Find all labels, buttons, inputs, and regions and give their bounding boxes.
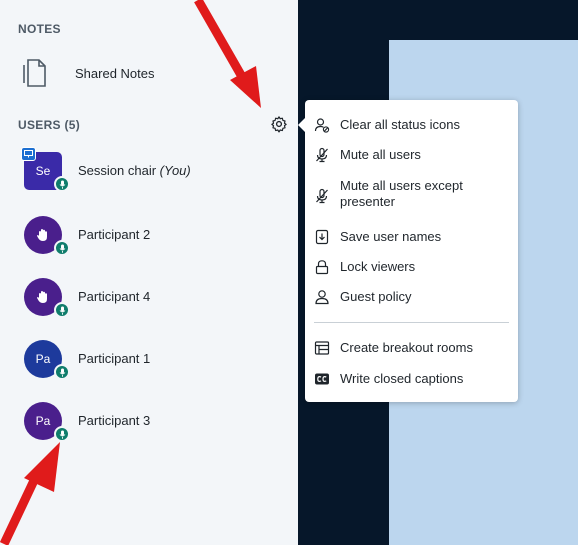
user-name: Participant 3 bbox=[78, 413, 151, 428]
user-name: Participant 1 bbox=[78, 351, 151, 366]
avatar-initials: Pa bbox=[35, 352, 51, 366]
download-icon bbox=[315, 229, 329, 245]
user-icon bbox=[315, 290, 329, 305]
gear-icon[interactable] bbox=[270, 115, 288, 133]
annotation-arrow-mic bbox=[0, 442, 60, 545]
microphone-icon bbox=[54, 364, 70, 380]
microphone-icon bbox=[54, 302, 70, 318]
raise-hand-icon bbox=[37, 291, 47, 303]
menu-item-label: Write closed captions bbox=[340, 371, 464, 386]
user-item-participant-1[interactable]: Pa Participant 1 bbox=[24, 340, 294, 380]
user-item-participant-2[interactable]: Participant 2 bbox=[24, 216, 294, 256]
menu-item-label: Clear all status icons bbox=[340, 117, 460, 132]
user-options-menu: Clear all status icons Mute all users Mu… bbox=[298, 100, 518, 402]
lock-icon bbox=[315, 260, 329, 275]
document-icon bbox=[23, 59, 46, 87]
annotation-arrow-gear bbox=[194, 0, 261, 108]
clear-status-icon bbox=[314, 118, 330, 133]
menu-item-label: Mute all users except presenter bbox=[340, 178, 463, 209]
users-section-title: USERS (5) bbox=[18, 118, 81, 132]
user-name: Session chair (You) bbox=[78, 163, 191, 178]
mic-off-icon bbox=[316, 188, 328, 204]
user-item-participant-3[interactable]: Pa Participant 3 bbox=[24, 402, 294, 442]
breakout-rooms-icon bbox=[314, 341, 330, 355]
avatar-initials: Se bbox=[35, 164, 51, 178]
user-name: Participant 2 bbox=[78, 227, 151, 242]
notes-section-title: NOTES bbox=[18, 22, 61, 36]
menu-item-label: Lock viewers bbox=[340, 259, 416, 274]
closed-captions-icon bbox=[315, 373, 329, 385]
menu-divider bbox=[314, 322, 509, 323]
avatar-initials: Pa bbox=[35, 414, 51, 428]
user-name-text: Session chair bbox=[78, 163, 157, 178]
shared-notes-label: Shared Notes bbox=[75, 66, 155, 81]
user-item-session-chair[interactable]: Se Session chair (You) bbox=[21, 147, 294, 192]
microphone-icon bbox=[54, 176, 70, 192]
user-item-participant-4[interactable]: Participant 4 bbox=[24, 278, 294, 318]
user-name: Participant 4 bbox=[78, 289, 151, 304]
mic-off-icon bbox=[316, 147, 328, 163]
menu-caret bbox=[298, 118, 305, 132]
you-label: (You) bbox=[159, 163, 191, 178]
menu-item-label: Mute all users bbox=[340, 147, 421, 162]
menu-item-label: Save user names bbox=[340, 229, 442, 244]
menu-item-label: Guest policy bbox=[340, 289, 412, 304]
microphone-icon bbox=[54, 240, 70, 256]
menu-item-label: Create breakout rooms bbox=[340, 340, 473, 355]
raise-hand-icon bbox=[37, 229, 47, 241]
presenter-icon bbox=[21, 147, 36, 161]
